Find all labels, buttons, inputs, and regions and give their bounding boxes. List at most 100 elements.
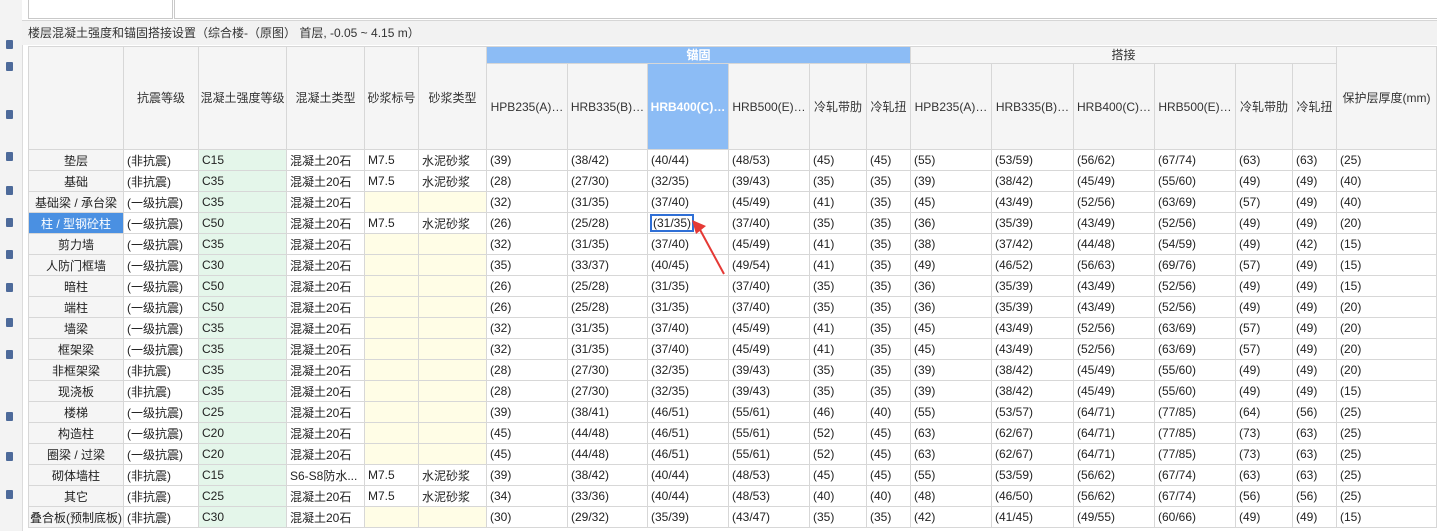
grid-cell[interactable]: (55/60) — [1154, 380, 1236, 402]
grid-cell[interactable]: (35) — [866, 233, 911, 255]
grid-cell[interactable]: (41/45) — [991, 506, 1074, 528]
column-header[interactable]: HRB335(B)… — [991, 63, 1074, 150]
grid-cell[interactable]: (63) — [1292, 443, 1337, 465]
grid-cell[interactable]: (35) — [809, 506, 867, 528]
grid-cell[interactable]: (32/35) — [647, 359, 729, 381]
grid-cell[interactable]: (一级抗震) — [123, 401, 199, 423]
grid-cell[interactable]: (40) — [1336, 170, 1437, 192]
grid-cell[interactable]: C50 — [198, 212, 287, 234]
grid-cell[interactable]: (32) — [486, 233, 568, 255]
grid-cell[interactable]: (64/71) — [1073, 401, 1155, 423]
grid-cell[interactable] — [418, 506, 487, 528]
grid-cell[interactable]: (63) — [1292, 464, 1337, 486]
grid-cell[interactable]: (44/48) — [567, 422, 648, 444]
grid-cell[interactable]: C35 — [198, 317, 287, 339]
grid-cell[interactable]: (45) — [809, 464, 867, 486]
grid-cell[interactable]: (45) — [910, 317, 992, 339]
grid-cell[interactable]: (一级抗震) — [123, 317, 199, 339]
grid-cell[interactable]: (62/67) — [991, 422, 1074, 444]
grid-cell[interactable]: (44/48) — [1073, 233, 1155, 255]
grid-cell[interactable]: (48/53) — [728, 149, 810, 171]
grid-cell[interactable]: (35) — [809, 212, 867, 234]
grid-cell[interactable] — [364, 254, 419, 276]
grid-cell[interactable]: (46/51) — [647, 422, 729, 444]
grid-cell[interactable]: (39/43) — [728, 359, 810, 381]
grid-cell[interactable]: (41) — [809, 317, 867, 339]
grid-cell[interactable]: 混凝土20石 — [286, 149, 365, 171]
toolbar-icon[interactable] — [6, 250, 13, 259]
grid-cell[interactable]: (39) — [486, 464, 568, 486]
row-header[interactable]: 剪力墙 — [28, 233, 124, 255]
grid-cell[interactable]: (33/37) — [567, 254, 648, 276]
grid-cell[interactable]: 混凝土20石 — [286, 254, 365, 276]
grid-cell[interactable]: (48/53) — [728, 485, 810, 507]
grid-cell[interactable]: (31/35) — [567, 317, 648, 339]
grid-cell[interactable]: M7.5 — [364, 212, 419, 234]
grid-cell[interactable]: 混凝土20石 — [286, 506, 365, 528]
grid-cell[interactable]: (52/56) — [1073, 338, 1155, 360]
row-header[interactable]: 墙梁 — [28, 317, 124, 339]
column-header[interactable]: HRB400(C)… — [1073, 63, 1155, 150]
row-header[interactable]: 现浇板 — [28, 380, 124, 402]
toolbar-icon[interactable] — [6, 412, 13, 421]
grid-cell[interactable]: (43/49) — [991, 191, 1074, 213]
grid-cell[interactable]: (41) — [809, 254, 867, 276]
grid-cell[interactable]: (63) — [1292, 422, 1337, 444]
grid-cell[interactable]: M7.5 — [364, 170, 419, 192]
grid-cell[interactable]: (38) — [910, 233, 992, 255]
grid-cell[interactable]: (54/59) — [1154, 233, 1236, 255]
column-header[interactable]: 混凝土强度等级 — [198, 46, 287, 150]
grid-cell[interactable]: (46/52) — [991, 254, 1074, 276]
grid-cell[interactable]: (44/48) — [567, 443, 648, 465]
grid-cell[interactable]: 水泥砂浆 — [418, 149, 487, 171]
grid-cell[interactable]: (49) — [1235, 296, 1293, 318]
grid-cell[interactable]: C50 — [198, 296, 287, 318]
grid-cell[interactable]: (63) — [910, 443, 992, 465]
column-header[interactable]: 抗震等级 — [123, 46, 199, 150]
row-header[interactable]: 柱 / 型钢砼柱 — [28, 212, 124, 234]
grid-cell[interactable]: (42) — [1292, 233, 1337, 255]
grid-cell[interactable]: (26) — [486, 296, 568, 318]
column-header[interactable]: 砂浆类型 — [418, 46, 487, 150]
grid-cell[interactable]: C35 — [198, 359, 287, 381]
grid-cell[interactable]: 混凝土20石 — [286, 275, 365, 297]
grid-cell[interactable]: (38/42) — [991, 380, 1074, 402]
grid-cell[interactable] — [364, 506, 419, 528]
grid-cell[interactable]: (40) — [1336, 191, 1437, 213]
grid-cell[interactable]: (32) — [486, 338, 568, 360]
grid-cell[interactable]: (31/35) — [647, 212, 729, 234]
grid-cell[interactable]: (55) — [910, 149, 992, 171]
row-header[interactable]: 非框架梁 — [28, 359, 124, 381]
grid-cell[interactable]: (38/42) — [991, 359, 1074, 381]
grid-cell[interactable]: 混凝土20石 — [286, 191, 365, 213]
grid-cell[interactable]: (49) — [1292, 317, 1337, 339]
grid-cell[interactable]: (46/51) — [647, 443, 729, 465]
grid-cell[interactable]: (55/60) — [1154, 359, 1236, 381]
grid-cell[interactable]: (43/49) — [991, 338, 1074, 360]
grid-cell[interactable]: (29/32) — [567, 506, 648, 528]
grid-cell[interactable]: (26) — [486, 212, 568, 234]
grid-cell[interactable] — [364, 233, 419, 255]
grid-cell[interactable]: (63) — [1235, 149, 1293, 171]
grid-cell[interactable]: (35) — [866, 191, 911, 213]
grid-cell[interactable]: (52/56) — [1154, 296, 1236, 318]
grid-cell[interactable] — [364, 317, 419, 339]
grid-cell[interactable]: (25) — [1336, 149, 1437, 171]
column-header[interactable]: 冷轧扭 — [1292, 63, 1337, 150]
grid-cell[interactable]: (39/43) — [728, 170, 810, 192]
grid-cell[interactable] — [418, 317, 487, 339]
column-header[interactable]: HRB335(B)… — [567, 63, 648, 150]
grid-cell[interactable]: (63) — [910, 422, 992, 444]
grid-cell[interactable]: (56) — [1292, 401, 1337, 423]
toolbar-icon[interactable] — [6, 318, 13, 327]
grid-cell[interactable]: (35) — [866, 275, 911, 297]
grid-cell[interactable]: (49) — [1292, 380, 1337, 402]
grid-cell[interactable]: (20) — [1336, 338, 1437, 360]
grid-cell[interactable]: (非抗震) — [123, 464, 199, 486]
grid-cell[interactable]: (35/39) — [991, 212, 1074, 234]
toolbar-icon[interactable] — [6, 350, 13, 359]
grid-cell[interactable]: (49) — [1235, 359, 1293, 381]
grid-cell[interactable]: (35/39) — [991, 275, 1074, 297]
grid-cell[interactable]: (35) — [809, 296, 867, 318]
grid-cell[interactable]: (39) — [486, 401, 568, 423]
